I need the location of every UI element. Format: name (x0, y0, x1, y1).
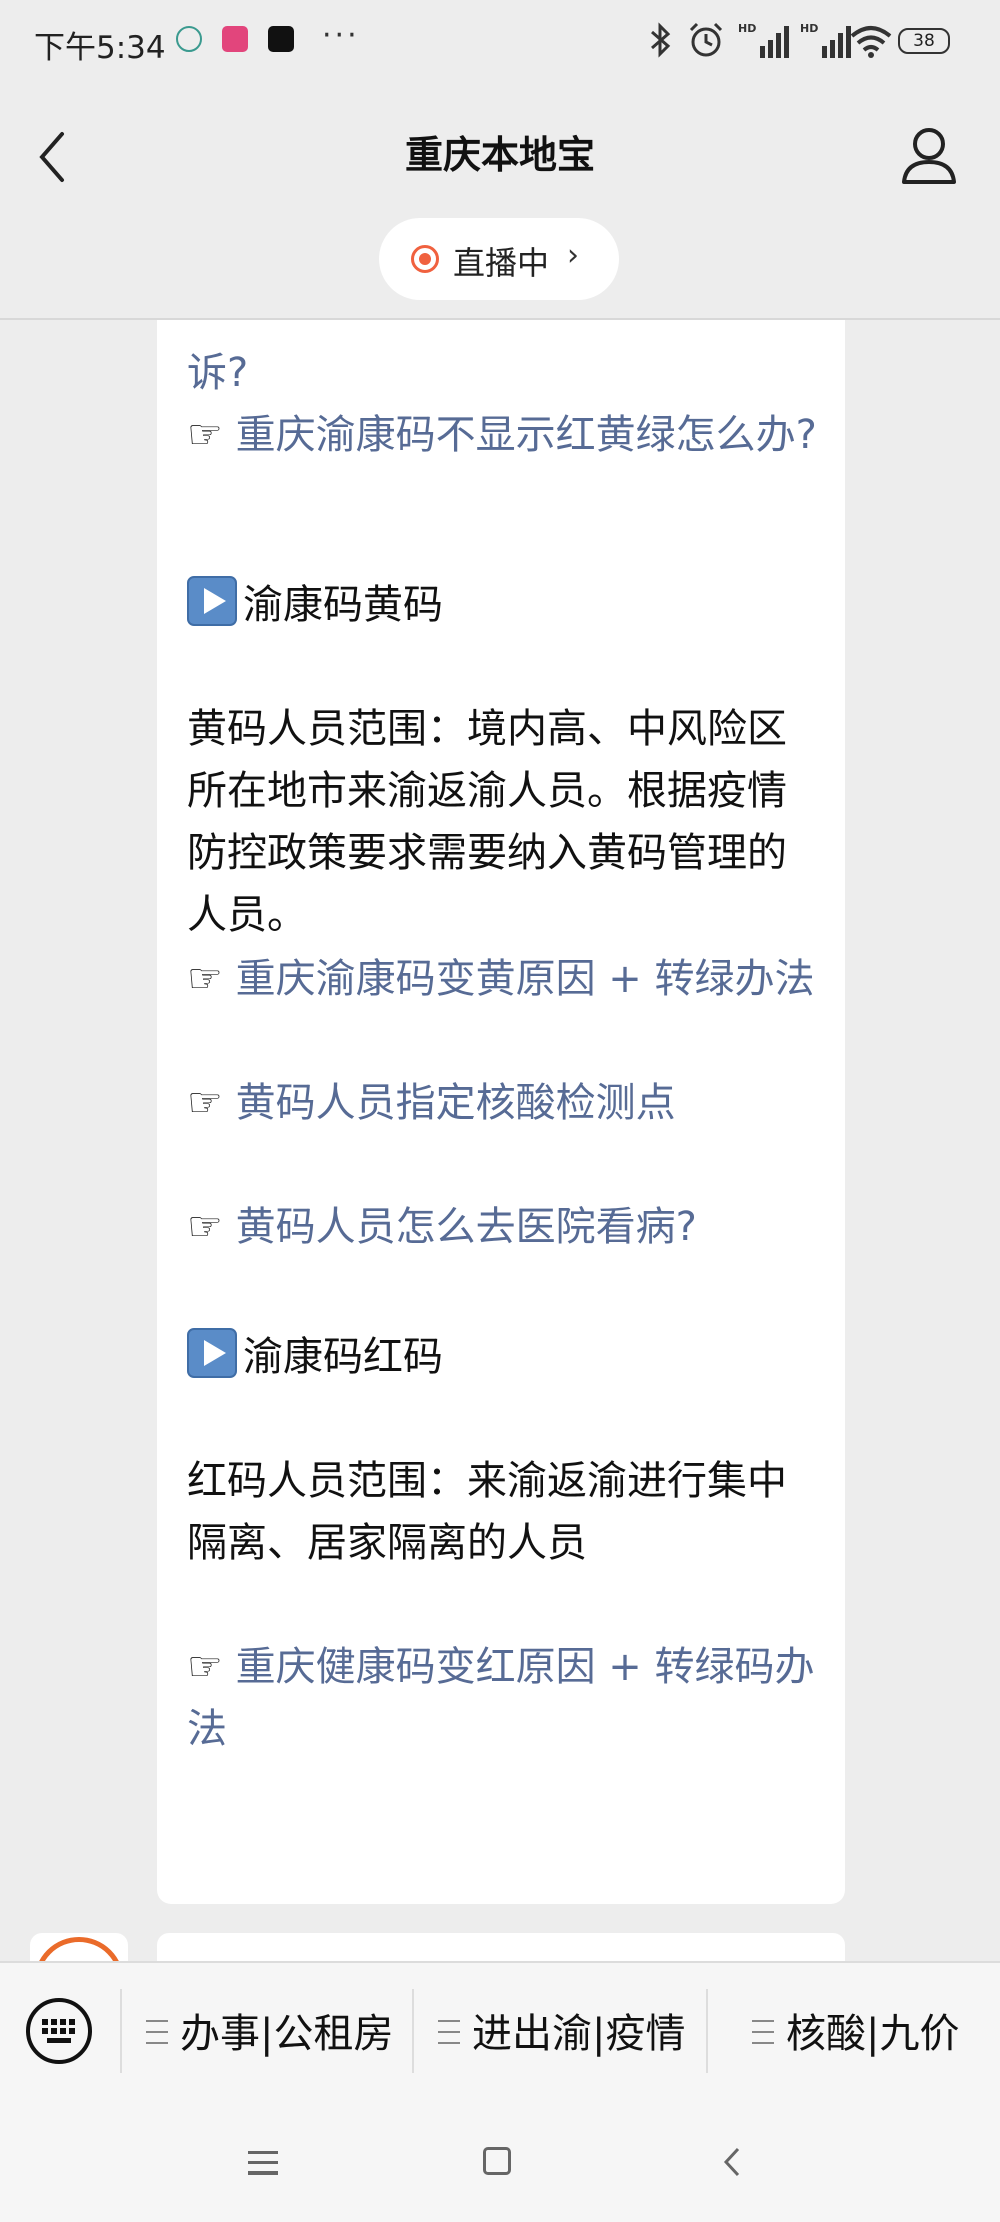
link-partial-top[interactable]: 诉? (187, 320, 823, 404)
link-yellow-hospital[interactable]: ☞ 黄码人员怎么去医院看病? (187, 1196, 823, 1258)
wifi-icon (850, 26, 892, 58)
section-heading-yellow: 渝康码黄码 (187, 574, 823, 636)
menu-item-travel[interactable]: 进出渝|疫情 (438, 2001, 685, 2061)
battery-icon: 38 (898, 28, 950, 54)
link-red-reason[interactable]: ☞ 重庆健康码变红原因 + 转绿码办法 (187, 1636, 823, 1760)
play-button-icon (187, 1328, 237, 1378)
bottom-menu: 办事|公租房 进出渝|疫情 核酸|九价 (0, 1961, 1000, 2101)
menu-divider (412, 1989, 414, 2073)
page-title: 重庆本地宝 (404, 133, 595, 177)
menu-list-icon (146, 2020, 168, 2044)
back-icon[interactable] (720, 2145, 744, 2179)
menu-item-affairs[interactable]: 办事|公租房 (146, 2001, 393, 2061)
menu-item-test[interactable]: 核酸|九价 (752, 2001, 959, 2061)
link-yellow-test-sites[interactable]: ☞ 黄码人员指定核酸检测点 (187, 1072, 823, 1134)
live-button[interactable]: 直播中 › (379, 218, 619, 300)
live-indicator-icon (411, 245, 439, 273)
recent-apps-icon[interactable] (248, 2151, 278, 2175)
link-no-color-code[interactable]: ☞ 重庆渝康码不显示红黄绿怎么办? (187, 404, 823, 466)
link-yellow-reason[interactable]: ☞ 重庆渝康码变黄原因 + 转绿办法 (187, 948, 823, 1010)
menu-divider (706, 1989, 708, 2073)
pointing-hand-icon: ☞ (187, 412, 223, 458)
message-bubble-next (157, 1933, 845, 1963)
yellow-code-description: 黄码人员范围：境内高、中风险区所在地市来渝返渝人员。根据疫情防控政策要求需要纳入… (187, 706, 787, 938)
app-notification-icon (268, 26, 294, 52)
message-bubble: 诉? ☞ 重庆渝康码不显示红黄绿怎么办? 渝康码黄码 黄码人员范围：境内高、中风… (157, 320, 845, 1904)
svg-text:HD: HD (800, 22, 818, 35)
status-bar: 下午5:34 ··· HD HD 38 (0, 0, 1000, 80)
live-label: 直播中 (453, 244, 550, 282)
menu-list-icon (752, 2020, 774, 2044)
system-nav-bar (0, 2101, 1000, 2222)
status-time: 下午5:34 (34, 30, 166, 66)
signal-hd-icon: HD (800, 22, 851, 58)
app-notification-icon (176, 26, 202, 52)
chat-area: 诉? ☞ 重庆渝康码不显示红黄绿怎么办? 渝康码黄码 黄码人员范围：境内高、中风… (0, 320, 1000, 1960)
red-code-description: 红码人员范围：来渝返渝进行集中隔离、居家隔离的人员 (187, 1458, 787, 1566)
section-heading-red: 渝康码红码 (187, 1326, 823, 1388)
svg-text:HD: HD (738, 22, 756, 35)
pointing-hand-icon: ☞ (187, 1204, 223, 1250)
pointing-hand-icon: ☞ (187, 956, 223, 1002)
home-icon[interactable] (483, 2147, 511, 2175)
play-button-icon (187, 576, 237, 626)
alarm-icon (689, 22, 723, 57)
more-notifications-icon: ··· (322, 18, 360, 53)
keyboard-icon[interactable] (25, 1997, 93, 2065)
pointing-hand-icon: ☞ (187, 1080, 223, 1126)
menu-divider (120, 1989, 122, 2073)
app-notification-icon (222, 26, 248, 52)
menu-list-icon (438, 2020, 460, 2044)
signal-hd-icon: HD (738, 22, 789, 58)
chevron-right-icon: › (567, 238, 579, 273)
bluetooth-icon (651, 22, 671, 58)
pointing-hand-icon: ☞ (187, 1644, 223, 1690)
